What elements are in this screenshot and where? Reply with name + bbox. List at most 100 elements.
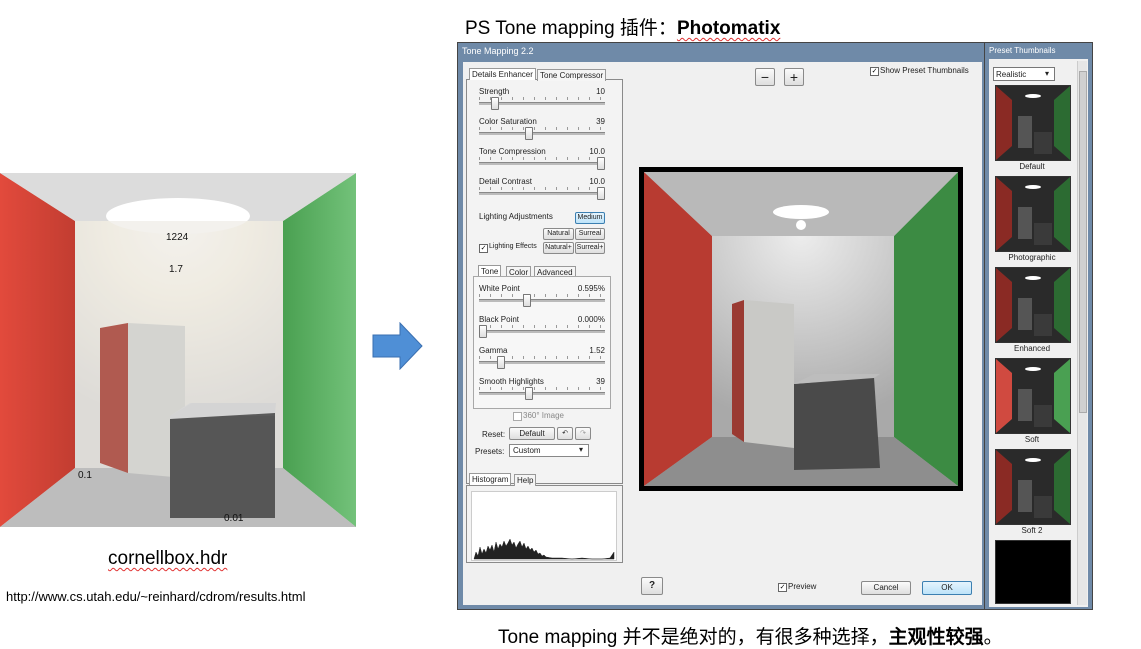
histogram-graph (473, 538, 615, 560)
slider-ticks (479, 127, 605, 130)
histogram-chart (471, 491, 617, 561)
slider-thumb[interactable] (597, 187, 605, 200)
tone-mapping-window: Tone Mapping 2.2 Details Enhancer Tone C… (457, 42, 986, 610)
help-button[interactable]: ? (641, 577, 663, 595)
slider-label: Detail Contrast (479, 177, 532, 186)
bottom-caption: Tone mapping 并不是绝对的，有很多种选择，主观性较强。 (498, 622, 1003, 649)
surreal-button[interactable]: Surreal (575, 228, 605, 240)
annotation-0-1: 0.1 (78, 470, 92, 481)
slider-track[interactable] (479, 330, 605, 333)
preview-render (644, 172, 958, 486)
preset-thumbnails-title: Preset Thumbnails (989, 46, 1056, 55)
preset-thumbnail-label: Photographic (1008, 253, 1056, 262)
tab-tone-compressor[interactable]: Tone Compressor (537, 69, 607, 81)
undo-icon: ↶ (562, 430, 568, 437)
preset-thumbnail[interactable] (995, 358, 1071, 434)
slider-value: 0.595% (577, 284, 605, 293)
slider-thumb[interactable] (479, 325, 487, 338)
undo-button[interactable]: ↶ (557, 427, 573, 440)
natural-plus-button[interactable]: Natural+ (543, 242, 574, 254)
preset-thumbnails-list: Realistic ▾ Default Photographic Enhanced S… (989, 59, 1088, 607)
thumbnail-render (996, 359, 1070, 433)
slider-ticks (479, 187, 605, 190)
preset-thumbnail[interactable] (995, 540, 1071, 604)
preset-thumbnail-label: Soft (1024, 435, 1040, 444)
presets-value: Custom (513, 446, 541, 455)
tab-histogram[interactable]: Histogram (469, 473, 512, 485)
lighting-effects-label: Lighting Effects (489, 243, 537, 250)
thumbnail-render (996, 268, 1070, 342)
slider-track[interactable] (479, 192, 605, 195)
preset-category-select[interactable]: Realistic ▾ (993, 67, 1055, 81)
thumbnail-render (996, 177, 1070, 251)
zoom-in-button[interactable]: + (784, 68, 804, 86)
slider-ticks (479, 325, 605, 328)
slider-label: Gamma (479, 346, 508, 355)
hdr-render: 1224 1.7 0.1 0.01 (0, 173, 356, 527)
tab-help[interactable]: Help (514, 474, 537, 486)
slide-title-prefix: PS Tone mapping 插件： (465, 18, 677, 39)
zoom-out-button[interactable]: − (755, 68, 775, 86)
slider-thumb[interactable] (525, 387, 534, 400)
slider-label: Black Point (479, 315, 520, 324)
redo-button[interactable]: ↷ (575, 427, 591, 440)
file-caption: cornellbox.hdr (108, 548, 228, 569)
slider-track[interactable] (479, 132, 605, 135)
preset-thumbnail[interactable] (995, 267, 1071, 343)
ok-button[interactable]: OK (922, 581, 972, 595)
surreal-plus-button[interactable]: Surreal+ (575, 242, 605, 254)
annotation-1-7: 1.7 (169, 264, 183, 275)
slider-value: 1.52 (589, 346, 605, 355)
redo-icon: ↷ (580, 430, 586, 437)
natural-button[interactable]: Natural (543, 228, 574, 240)
url-caption: http://www.cs.utah.edu/~reinhard/cdrom/r… (6, 589, 306, 604)
preview-checkbox[interactable]: ✓ (778, 583, 787, 592)
slider-value: 10.0 (589, 177, 605, 186)
right-arrow-icon (372, 321, 424, 375)
image-360-label: 360° Image (523, 411, 565, 420)
slider-value: 0.000% (577, 315, 605, 324)
preset-thumbnail-label: Default (1019, 162, 1045, 171)
slide-title-bold: Photomatix (676, 18, 781, 39)
slide-title: PS Tone mapping 插件：Photomatix (465, 13, 780, 40)
preview-label: Preview (788, 582, 817, 591)
tab-details-enhancer[interactable]: Details Enhancer (469, 68, 536, 80)
slider-track[interactable] (479, 392, 605, 395)
preset-thumbnail-label: Enhanced (1013, 344, 1051, 353)
plus-icon: + (789, 69, 799, 85)
default-button[interactable]: Default (509, 427, 555, 440)
slider-thumb[interactable] (522, 294, 531, 307)
slider-thumb[interactable] (597, 157, 605, 170)
slider-ticks (479, 157, 605, 160)
slider-thumb[interactable] (490, 97, 499, 110)
thumbnails-scrollbar[interactable] (1077, 61, 1087, 605)
slider-label: Smooth Highlights (479, 377, 544, 386)
slider-track[interactable] (479, 162, 605, 165)
cancel-button[interactable]: Cancel (861, 581, 911, 595)
slider-track[interactable] (479, 299, 605, 302)
slider-thumb[interactable] (496, 356, 505, 369)
presets-select[interactable]: Custom ▾ (509, 444, 589, 457)
image-360-checkbox[interactable] (513, 412, 522, 421)
annotation-1224: 1224 (166, 232, 189, 243)
preview-image (639, 167, 963, 491)
window-client: Details Enhancer Tone Compressor Strengt… (463, 62, 982, 605)
bottom-caption-prefix: Tone mapping 并不是绝对的，有很多种选择， (498, 627, 889, 648)
medium-button[interactable]: Medium (575, 212, 605, 224)
preset-thumbnail[interactable] (995, 85, 1071, 161)
preset-thumbnail[interactable] (995, 449, 1071, 525)
slider-label: Color Saturation (479, 117, 537, 126)
reset-label: Reset: (482, 430, 506, 439)
bottom-caption-bold: 主观性较强 (888, 627, 984, 648)
slider-label: Strength (479, 87, 510, 96)
preset-thumbnail[interactable] (995, 176, 1071, 252)
chevron-down-icon: ▾ (579, 445, 584, 454)
thumbnail-render (996, 450, 1070, 524)
show-thumbnails-checkbox[interactable]: ✓ (870, 67, 879, 76)
preset-category-value: Realistic (996, 70, 1027, 79)
scrollbar-thumb[interactable] (1079, 71, 1087, 413)
show-thumbnails-label: Show Preset Thumbnails (880, 66, 969, 75)
window-title: Tone Mapping 2.2 (462, 46, 534, 56)
lighting-effects-checkbox[interactable]: ✓ (479, 244, 488, 253)
slider-thumb[interactable] (525, 127, 534, 140)
